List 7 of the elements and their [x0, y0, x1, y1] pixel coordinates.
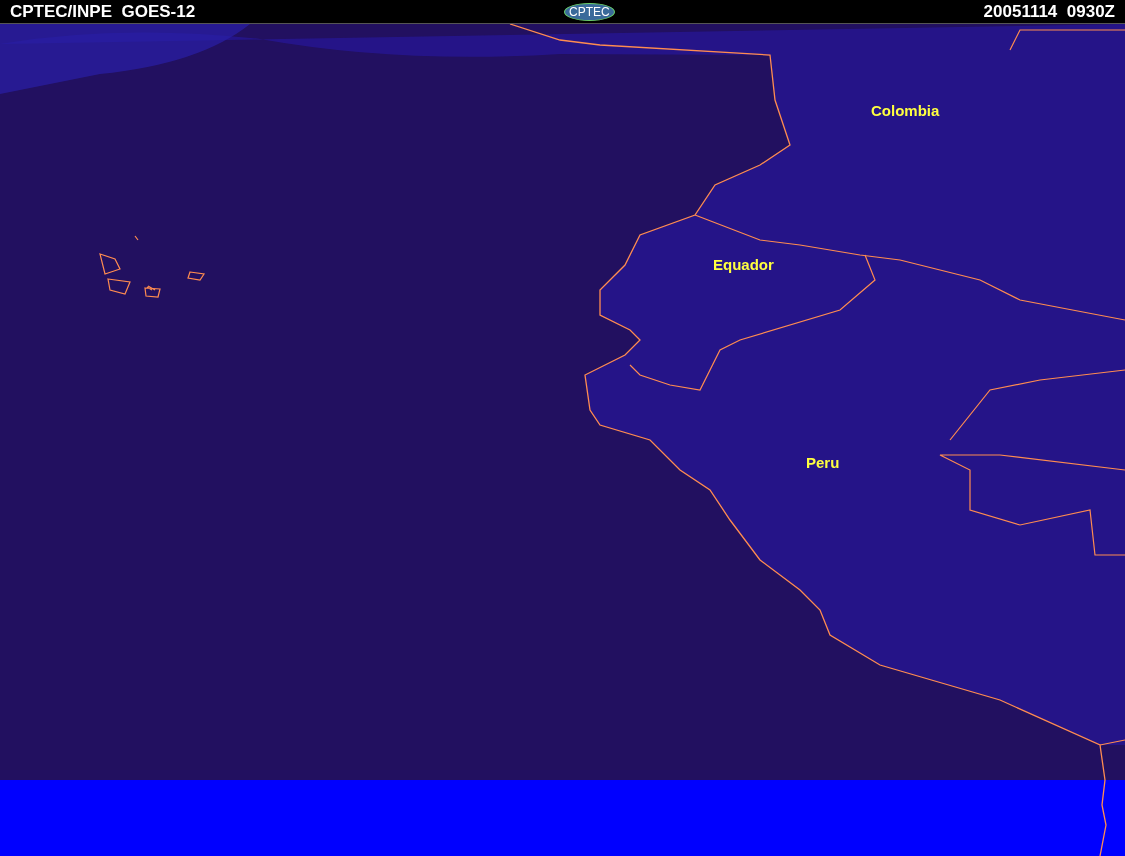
timestamp: 20051114 0930Z [983, 0, 1115, 23]
country-label: Equador [713, 255, 774, 275]
header-title: CPTEC/INPE GOES-12 [10, 0, 196, 23]
country-label: Colombia [871, 101, 940, 121]
logo: CPTEC [564, 2, 615, 21]
border-line [1099, 739, 1125, 746]
country-label: Peru [806, 453, 840, 473]
